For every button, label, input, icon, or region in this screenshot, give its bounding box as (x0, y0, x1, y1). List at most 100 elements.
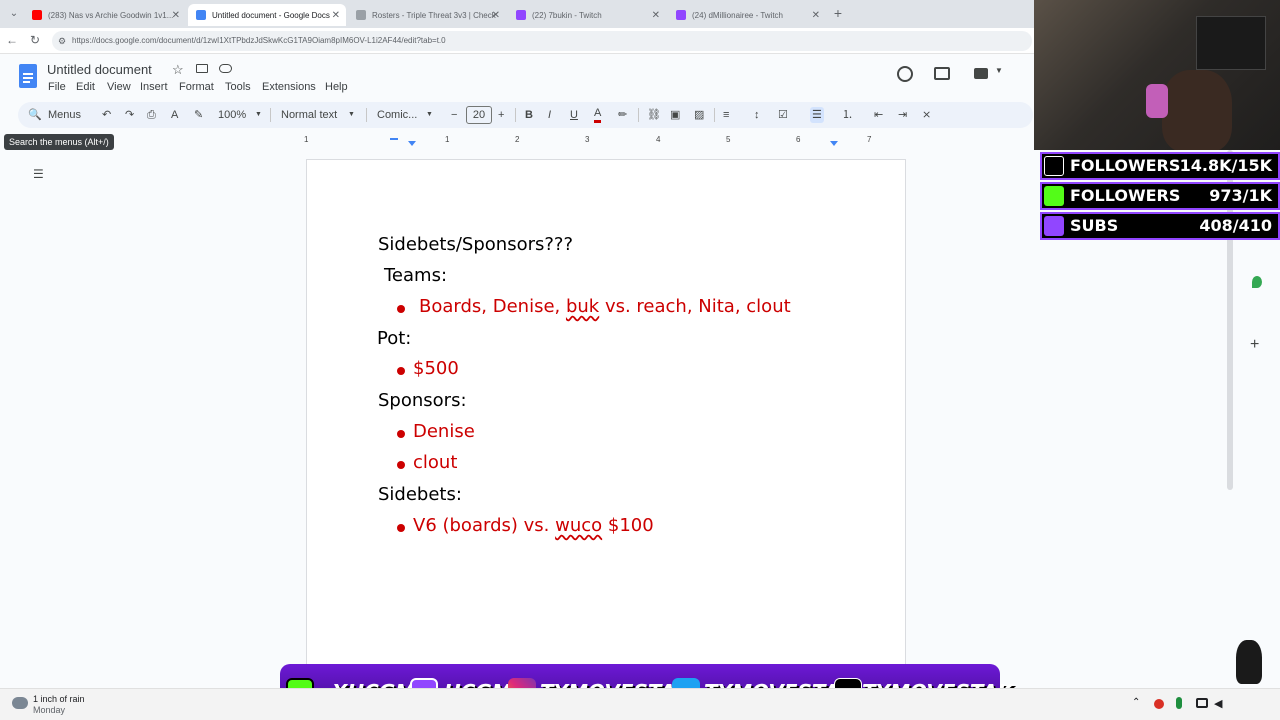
sponsors-label[interactable]: Sponsors: (378, 390, 467, 411)
close-tab-icon[interactable]: ✕ (332, 10, 340, 21)
insert-link-icon[interactable]: ⛓ (647, 107, 661, 123)
toolbar-divider (270, 108, 271, 122)
document-title[interactable]: Untitled document (47, 62, 152, 77)
font-size-input[interactable]: 20 (466, 106, 492, 124)
bullet-icon (397, 305, 405, 313)
address-bar[interactable]: ⚙ https://docs.google.com/document/d/1zw… (52, 31, 1032, 51)
menu-extensions[interactable]: Extensions (262, 81, 316, 93)
windows-taskbar: 1 inch of rain Monday ⌃ ◀ (0, 688, 1280, 720)
search-menus-input[interactable]: Menus (48, 107, 81, 123)
close-tab-icon[interactable]: ✕ (172, 10, 180, 21)
weather-icon[interactable] (12, 697, 28, 709)
teams-item[interactable]: Boards, Denise, buk vs. reach, Nita, clo… (419, 296, 791, 317)
cloud-status-icon[interactable] (219, 64, 232, 73)
indent-marker-icon[interactable] (390, 138, 398, 140)
sponsor-item[interactable]: clout (413, 452, 457, 473)
bullet-icon (397, 524, 405, 532)
spellcheck-icon[interactable]: A (171, 107, 178, 123)
document-heading[interactable]: Sidebets/Sponsors??? (378, 234, 573, 255)
version-history-icon[interactable] (897, 66, 913, 82)
tab-title: (24) dMillionairee - Twitch (692, 10, 783, 20)
star-icon[interactable]: ☆ (172, 62, 184, 78)
align-icon[interactable]: ≡ (723, 107, 729, 123)
close-tab-icon[interactable]: ✕ (652, 10, 660, 21)
add-on-plus-icon[interactable]: + (1250, 336, 1259, 354)
browser-tab-4[interactable]: (22) 7bukin - Twitch ✕ (508, 4, 666, 26)
search-icon[interactable]: 🔍 (28, 107, 42, 123)
paint-format-icon[interactable]: ✎ (194, 107, 203, 123)
new-tab-icon[interactable]: + (830, 5, 846, 21)
undo-icon[interactable]: ↶ (102, 107, 111, 123)
highlight-icon[interactable]: ✏ (618, 107, 627, 123)
clear-formatting-icon[interactable]: ⨯ (922, 107, 931, 123)
maps-icon[interactable] (1252, 276, 1262, 288)
zoom-dropdown-icon[interactable]: ▼ (255, 107, 262, 123)
bulleted-list-icon[interactable]: ☰ (810, 107, 824, 123)
pot-item[interactable]: $500 (413, 358, 459, 379)
tray-chevron-icon[interactable]: ⌃ (1132, 697, 1140, 708)
paragraph-style-select[interactable]: Normal text (281, 107, 337, 123)
close-tab-icon[interactable]: ✕ (492, 10, 500, 21)
docs-logo-icon[interactable] (19, 64, 37, 88)
menu-tools[interactable]: Tools (225, 81, 251, 93)
font-dropdown-icon[interactable]: ▼ (426, 107, 433, 123)
decrease-font-size-icon[interactable]: − (451, 107, 457, 123)
add-comment-icon[interactable]: ▣ (670, 107, 680, 123)
site-info-icon[interactable]: ⚙ (58, 31, 66, 51)
teams-label[interactable]: Teams: (384, 265, 447, 286)
meet-dropdown-icon[interactable]: ▼ (995, 66, 1003, 75)
numbered-list-icon[interactable]: ⒈ (842, 107, 853, 123)
back-icon[interactable]: ← (6, 33, 18, 47)
misspelled-word[interactable]: wuco (555, 515, 602, 536)
menu-help[interactable]: Help (325, 81, 348, 93)
decrease-indent-icon[interactable]: ⇤ (874, 107, 883, 123)
menu-edit[interactable]: Edit (76, 81, 95, 93)
menu-view[interactable]: View (107, 81, 131, 93)
italic-icon[interactable]: I (548, 107, 551, 123)
menu-file[interactable]: File (48, 81, 66, 93)
pot-label[interactable]: Pot: (377, 328, 411, 349)
tab-search-chevron-icon[interactable]: ⌄ (6, 6, 22, 22)
document-outline-icon[interactable]: ☰ (33, 167, 44, 181)
close-tab-icon[interactable]: ✕ (812, 10, 820, 21)
move-folder-icon[interactable] (196, 64, 208, 73)
line-spacing-icon[interactable]: ↕ (754, 107, 760, 123)
increase-font-size-icon[interactable]: + (498, 107, 504, 123)
sidebet-item[interactable]: V6 (boards) vs. wuco $100 (413, 515, 654, 536)
increase-indent-icon[interactable]: ⇥ (898, 107, 907, 123)
browser-tab-5[interactable]: (24) dMillionairee - Twitch ✕ (668, 4, 826, 26)
streamer-head (1162, 70, 1232, 150)
reload-icon[interactable]: ↻ (30, 33, 40, 47)
style-dropdown-icon[interactable]: ▼ (348, 107, 355, 123)
ruler-number: 6 (796, 135, 801, 144)
underline-icon[interactable]: U (570, 107, 578, 123)
right-margin-marker-icon[interactable] (830, 141, 838, 146)
microphone-icon[interactable] (1176, 697, 1182, 709)
tab-title: (283) Nas vs Archie Goodwin 1v1... (48, 10, 174, 20)
comments-icon[interactable] (934, 67, 950, 80)
sponsor-item[interactable]: Denise (413, 421, 475, 442)
browser-tab-1[interactable]: (283) Nas vs Archie Goodwin 1v1... ✕ (24, 4, 186, 26)
misspelled-word[interactable]: buk (566, 296, 599, 317)
text-color-icon[interactable]: A (594, 107, 602, 123)
network-icon[interactable] (1196, 698, 1208, 708)
indent-marker-icon[interactable] (408, 141, 416, 146)
redo-icon[interactable]: ↷ (125, 107, 134, 123)
browser-tab-2[interactable]: Untitled document - Google Docs ✕ (188, 4, 346, 26)
print-icon[interactable]: ⎙ (147, 107, 156, 123)
bold-icon[interactable]: B (525, 107, 533, 123)
menu-format[interactable]: Format (179, 81, 214, 93)
meet-icon[interactable] (974, 68, 988, 79)
insert-image-icon[interactable]: ▨ (694, 107, 704, 123)
weather-title[interactable]: 1 inch of rain (33, 694, 85, 704)
google-docs-icon (196, 10, 206, 20)
sidebets-label[interactable]: Sidebets: (378, 484, 462, 505)
zoom-select[interactable]: 100% (218, 107, 246, 123)
font-select[interactable]: Comic... (377, 107, 417, 123)
browser-tab-3[interactable]: Rosters - Triple Threat 3v3 | Check ✕ (348, 4, 506, 26)
tray-app-icon[interactable] (1154, 699, 1164, 709)
document-page[interactable]: Sidebets/Sponsors??? Teams: Boards, Deni… (306, 159, 906, 689)
menu-insert[interactable]: Insert (140, 81, 168, 93)
volume-icon[interactable]: ◀ (1214, 697, 1222, 710)
checklist-icon[interactable]: ☑ (778, 107, 788, 123)
